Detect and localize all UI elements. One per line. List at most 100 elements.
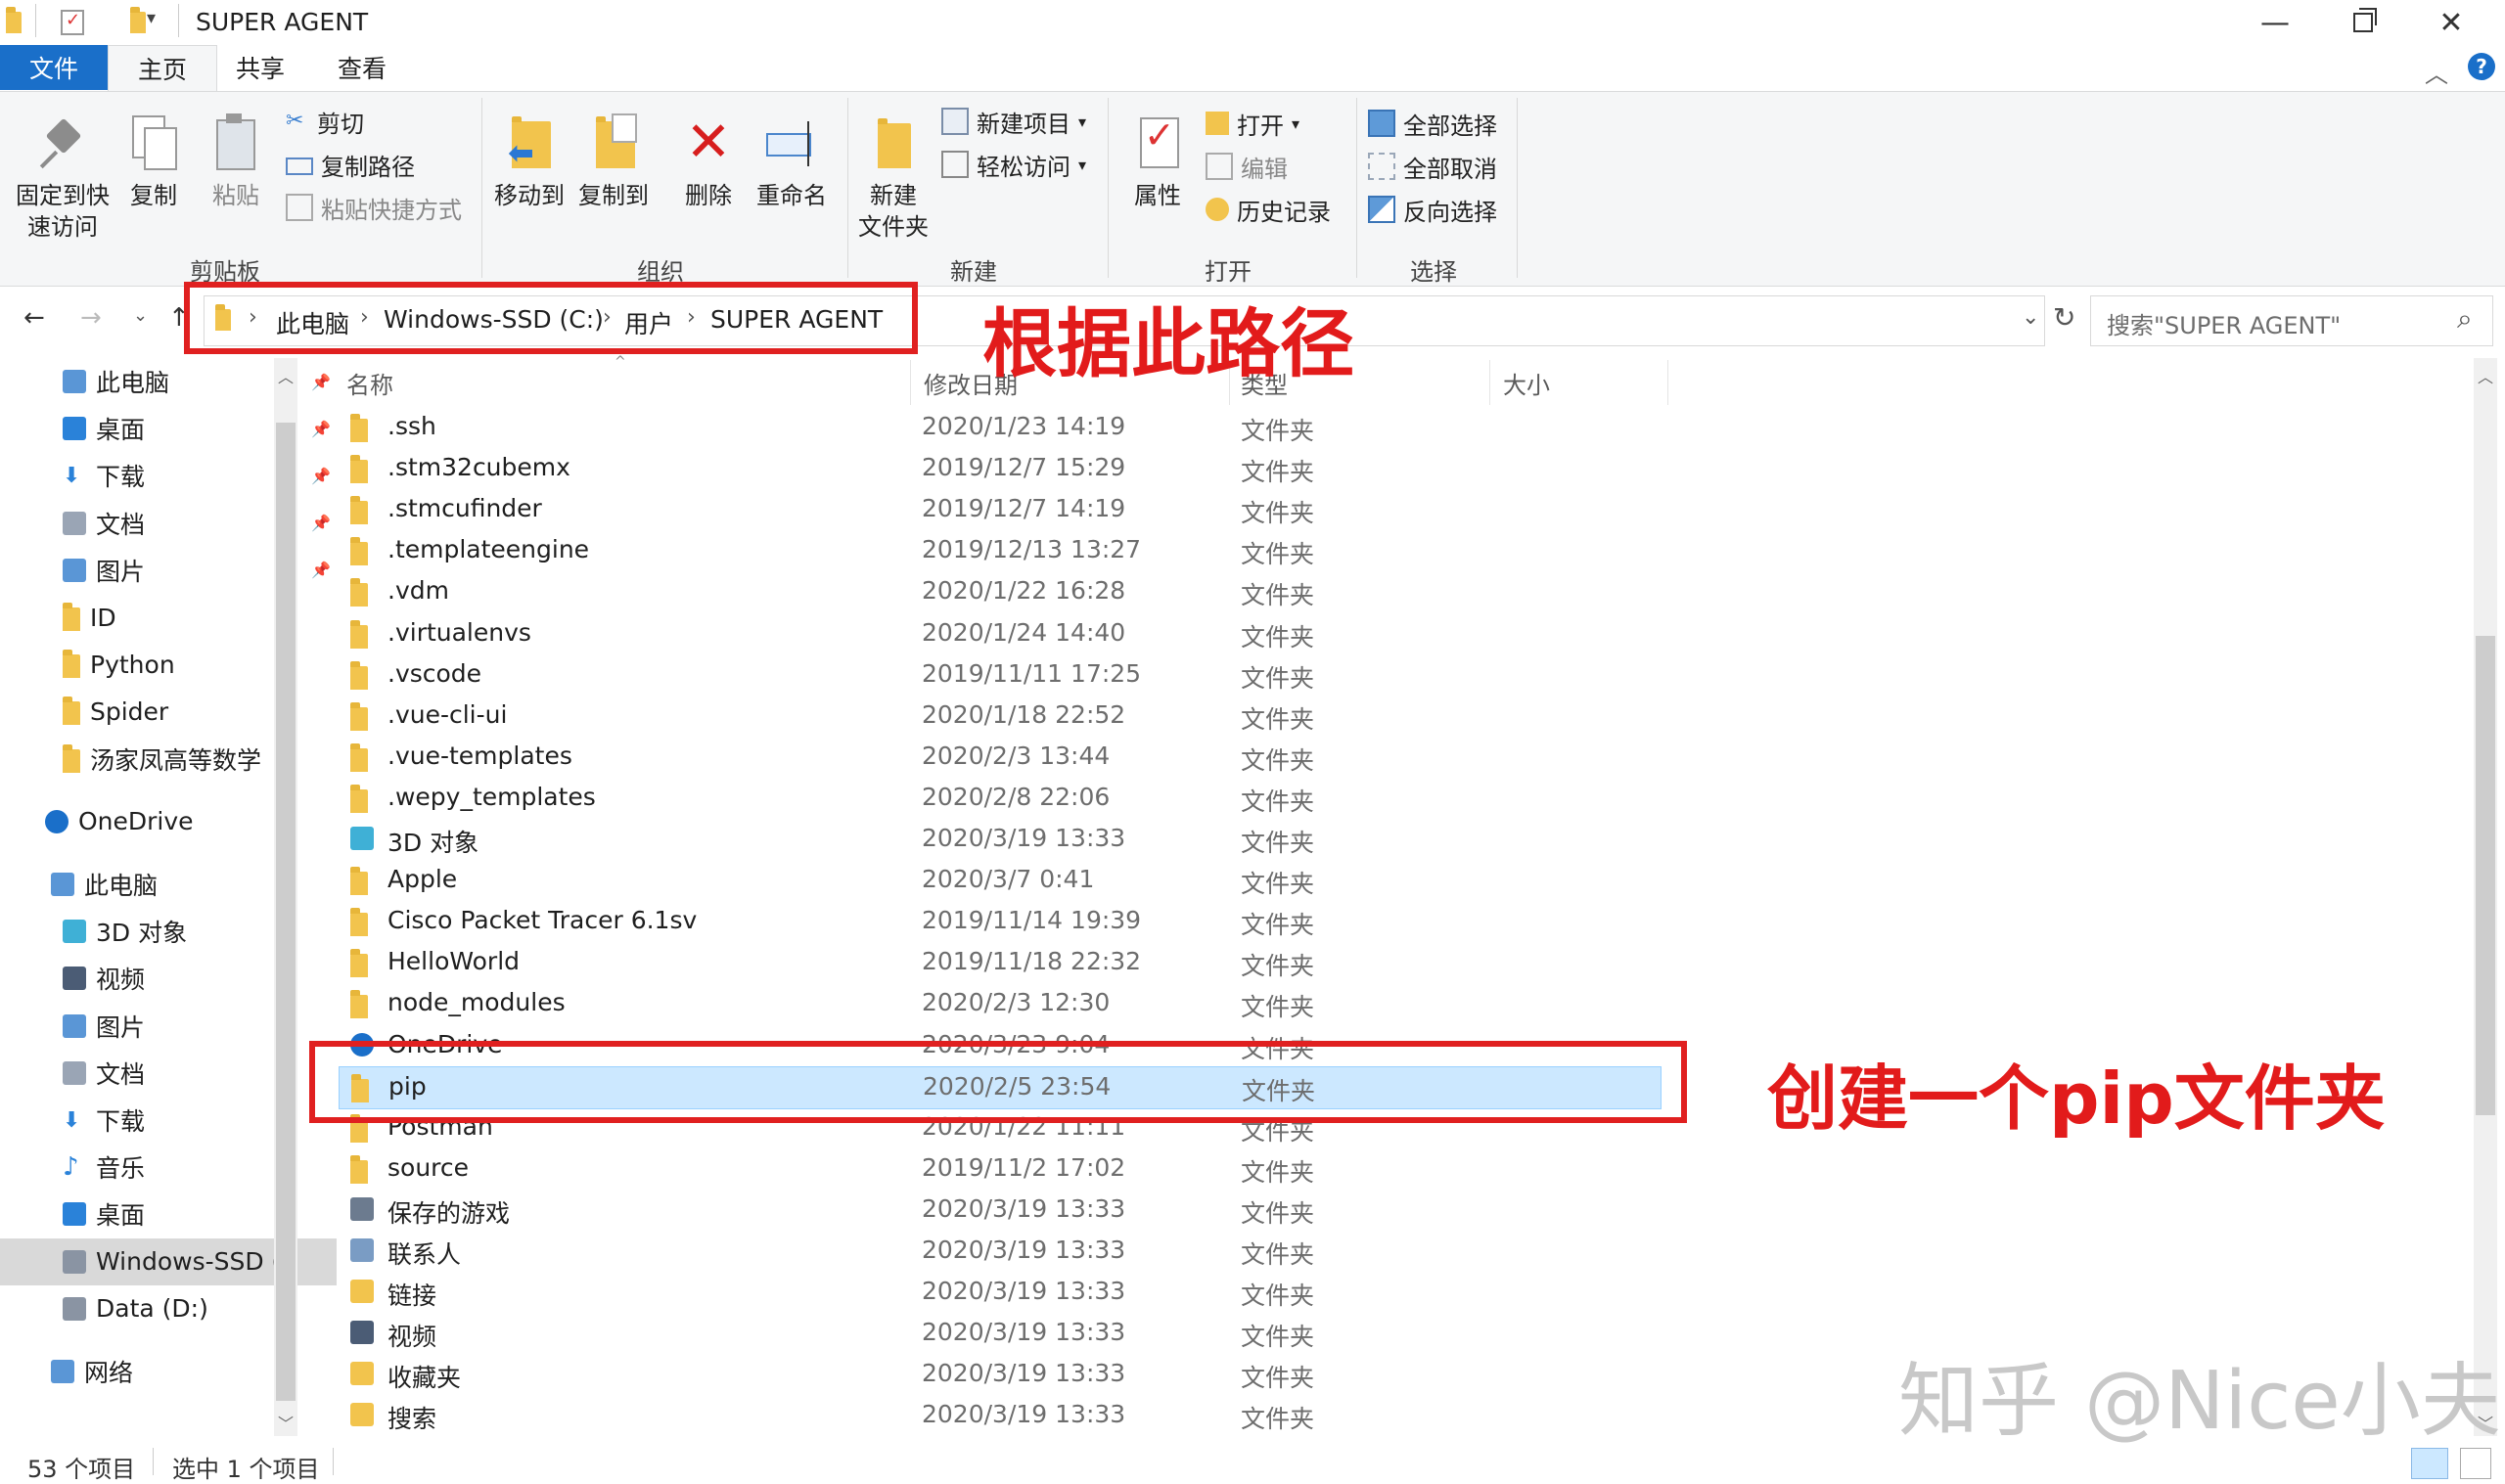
- path-highlight-box: [184, 282, 918, 354]
- folder-icon: [63, 697, 80, 726]
- file-row[interactable]: 搜索 2020/3/19 13:33 文件夹: [339, 1395, 1660, 1436]
- search-box[interactable]: 搜索"SUPER AGENT" ⌕: [2090, 295, 2493, 346]
- copy-to-button[interactable]: 复制到: [573, 113, 654, 211]
- tab-view[interactable]: 查看: [313, 45, 411, 90]
- forward-arrow-icon[interactable]: →: [80, 303, 102, 333]
- file-row[interactable]: HelloWorld 2019/11/18 22:32 文件夹: [339, 942, 1660, 983]
- music-icon: ♪: [63, 1152, 79, 1183]
- file-type: 文件夹: [1241, 1282, 1315, 1311]
- divider: [1667, 360, 1668, 405]
- move-to-icon: ⬅: [502, 113, 557, 174]
- file-type: 文件夹: [1241, 1323, 1315, 1352]
- file-row[interactable]: 联系人 2020/3/19 13:33 文件夹: [339, 1231, 1660, 1272]
- new-folder-button[interactable]: 新建 文件夹: [853, 113, 934, 243]
- file-row[interactable]: .vue-templates 2020/2/3 13:44 文件夹: [339, 737, 1660, 778]
- file-row[interactable]: .vdm 2020/1/22 16:28 文件夹: [339, 571, 1660, 612]
- open-button[interactable]: 打开 ▾: [1206, 104, 1299, 143]
- quick-access-toolbar-dropdown-icon[interactable]: ▾: [147, 8, 156, 28]
- file-name: .vdm: [387, 576, 449, 606]
- file-row[interactable]: Apple 2020/3/7 0:41 文件夹: [339, 860, 1660, 901]
- copy-path-button[interactable]: 复制路径: [286, 145, 415, 184]
- item-count: 53 个项目: [27, 1456, 136, 1483]
- file-name: Cisco Packet Tracer 6.1sv: [387, 906, 698, 935]
- new-folder-quick-icon[interactable]: [130, 7, 147, 33]
- file-row[interactable]: Cisco Packet Tracer 6.1sv 2019/11/14 19:3…: [339, 901, 1660, 942]
- file-list-scrollbar[interactable]: ︿ ﹀: [2474, 358, 2497, 1436]
- file-row[interactable]: 3D 对象 2020/3/19 13:33 文件夹: [339, 819, 1660, 860]
- address-dropdown-icon[interactable]: ⌄: [2022, 305, 2039, 330]
- minimize-button[interactable]: —: [2231, 0, 2319, 45]
- paste-shortcut-button[interactable]: 粘贴快捷方式: [286, 188, 462, 227]
- file-row[interactable]: 视频 2020/3/19 13:33 文件夹: [339, 1313, 1660, 1354]
- nav-item-label: 汤家凤高等数学: [90, 745, 262, 775]
- file-type: 文件夹: [1241, 787, 1315, 816]
- file-date: 2020/2/8 22:06: [922, 782, 1111, 811]
- restore-button[interactable]: [2319, 0, 2407, 45]
- tab-file[interactable]: 文件: [0, 45, 108, 90]
- file-row[interactable]: 保存的游戏 2020/3/19 13:33 文件夹: [339, 1190, 1660, 1231]
- properties-quick-icon[interactable]: ✓: [61, 10, 84, 35]
- file-row[interactable]: .ssh 2020/1/23 14:19 文件夹: [339, 407, 1660, 448]
- search-placeholder: 搜索"SUPER AGENT": [2107, 312, 2342, 339]
- file-name: HelloWorld: [387, 947, 521, 976]
- file-row[interactable]: 收藏夹 2020/3/19 13:33 文件夹: [339, 1354, 1660, 1395]
- nav-item-label: Python: [90, 650, 175, 679]
- file-row[interactable]: source 2019/11/2 17:02 文件夹: [339, 1148, 1660, 1190]
- file-type: 文件夹: [1241, 870, 1315, 899]
- tab-home[interactable]: 主页: [108, 45, 217, 91]
- folder-icon: [350, 742, 368, 772]
- copy-button[interactable]: 复制: [119, 113, 188, 211]
- paste-shortcut-label: 粘贴快捷方式: [321, 196, 462, 224]
- file-row[interactable]: .wepy_templates 2020/2/8 22:06 文件夹: [339, 778, 1660, 819]
- properties-button[interactable]: ✓ 属性: [1116, 113, 1200, 211]
- recent-locations-chevron-icon[interactable]: ⌄: [133, 305, 148, 326]
- file-date: 2020/3/19 13:33: [922, 824, 1126, 852]
- file-type: 文件夹: [1241, 1157, 1315, 1187]
- select-all-button[interactable]: 全部选择: [1368, 104, 1497, 143]
- copy-path-icon: [286, 157, 313, 175]
- scroll-down-icon[interactable]: ﹀: [278, 1411, 294, 1434]
- easy-access-button[interactable]: 轻松访问 ▾: [941, 145, 1086, 184]
- file-row[interactable]: 链接 2020/3/19 13:33 文件夹: [339, 1272, 1660, 1313]
- tab-share[interactable]: 共享: [215, 45, 305, 90]
- scroll-up-icon[interactable]: ︿: [2478, 364, 2493, 387]
- file-row[interactable]: .stm32cubemx 2019/12/7 15:29 文件夹: [339, 448, 1660, 489]
- search-icon[interactable]: ⌕: [2457, 302, 2473, 336]
- paste-button[interactable]: 粘贴: [204, 113, 268, 211]
- file-row[interactable]: .stmcufinder 2019/12/7 14:19 文件夹: [339, 489, 1660, 530]
- column-header-size[interactable]: 大小: [1503, 366, 1550, 400]
- file-date: 2020/3/7 0:41: [922, 865, 1095, 894]
- file-scroll-thumb[interactable]: [2476, 636, 2495, 1115]
- cut-button[interactable]: ✂ 剪切: [286, 102, 364, 141]
- column-header-name[interactable]: 名称: [346, 366, 393, 400]
- nav-scrollbar[interactable]: ︿ ﹀: [274, 358, 297, 1436]
- rename-button[interactable]: 重命名: [748, 113, 836, 211]
- file-row[interactable]: .vue-cli-ui 2020/1/18 22:52 文件夹: [339, 696, 1660, 737]
- history-button[interactable]: 历史记录: [1206, 190, 1331, 229]
- close-button[interactable]: ✕: [2407, 0, 2495, 45]
- scroll-up-icon[interactable]: ︿: [278, 364, 294, 387]
- help-icon[interactable]: ?: [2468, 53, 2495, 80]
- details-view-icon[interactable]: [2411, 1448, 2448, 1479]
- new-item-button[interactable]: 新建项目 ▾: [941, 102, 1086, 141]
- delete-button[interactable]: ✕ 删除: [671, 113, 746, 211]
- pin-label-1: 固定到快: [16, 182, 110, 209]
- invert-selection-button[interactable]: 反向选择: [1368, 190, 1497, 229]
- file-name: .stmcufinder: [387, 494, 542, 523]
- nav-scroll-thumb[interactable]: [276, 423, 296, 1401]
- file-row[interactable]: .virtualenvs 2020/1/24 14:40 文件夹: [339, 613, 1660, 654]
- large-icons-view-icon[interactable]: [2460, 1448, 2491, 1479]
- collapse-ribbon-icon[interactable]: ︿: [2425, 55, 2448, 89]
- file-row[interactable]: node_modules 2020/2/3 12:30 文件夹: [339, 983, 1660, 1024]
- pin-quick-access-button[interactable]: 固定到快 速访问: [12, 113, 114, 243]
- back-arrow-icon[interactable]: ←: [23, 303, 45, 333]
- select-none-button[interactable]: 全部取消: [1368, 147, 1497, 186]
- paste-icon: [208, 113, 263, 174]
- file-date: 2020/3/19 13:33: [922, 1193, 1126, 1223]
- edit-button[interactable]: 编辑: [1206, 147, 1288, 186]
- refresh-icon[interactable]: ↻: [2053, 301, 2075, 334]
- move-to-button[interactable]: ⬅ 移动到: [489, 113, 569, 211]
- file-row[interactable]: .templateengine 2019/12/13 13:27 文件夹: [339, 530, 1660, 571]
- file-row[interactable]: .vscode 2019/11/11 17:25 文件夹: [339, 654, 1660, 696]
- file-name: .vscode: [387, 658, 482, 688]
